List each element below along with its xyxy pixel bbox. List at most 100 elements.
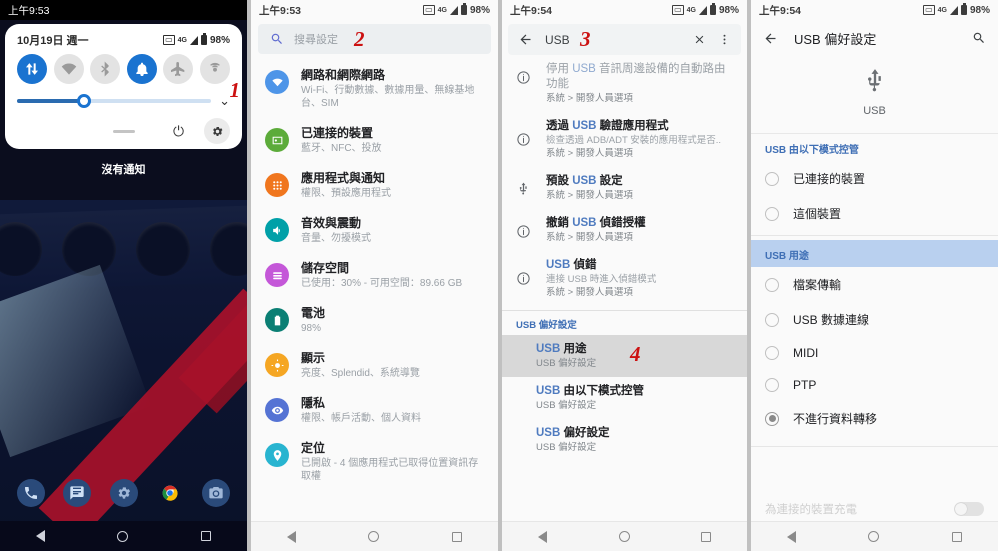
radio-option-usb-tethering[interactable]: USB 數據連線	[751, 302, 998, 337]
more-options-icon[interactable]	[718, 33, 731, 46]
radio-option-no-data-transfer[interactable]: 不進行資料轉移	[751, 401, 998, 436]
annotation-marker-4: 4	[630, 342, 641, 366]
settings-gear-button[interactable]	[204, 118, 231, 144]
search-result-row[interactable]: USB 偵錯 連接 USB 時進入偵錯模式 系統 > 開發人員選項	[502, 251, 747, 306]
settings-search-bar[interactable]: 搜尋設定 2	[258, 24, 492, 54]
status-time: 上午9:53	[8, 4, 50, 17]
settings-item-display[interactable]: 顯示 亮度、Splendid、系統導覽	[251, 343, 498, 388]
section-divider	[751, 235, 998, 236]
radio-option-connected-device[interactable]: 已連接的裝置	[751, 161, 998, 196]
panel-settings-list: 上午9:53 ▭ 4G 98% 搜尋設定 2 網路和網際網路 Wi-Fi、行動數…	[251, 0, 499, 551]
search-result-row[interactable]: 透過 USB 驗證應用程式 檢查透過 ADB/ADT 安裝的應用程式是否.. 系…	[502, 112, 747, 167]
radio-option-midi[interactable]: MIDI	[751, 337, 998, 369]
settings-item-connected-devices[interactable]: 已連接的裝置 藍牙、NFC、投放	[251, 118, 498, 163]
radio-icon[interactable]	[765, 346, 779, 360]
sim-icon: ▭	[923, 5, 935, 15]
signal-icon	[450, 5, 458, 15]
signal-icon	[190, 35, 198, 45]
sim-icon: ▭	[163, 35, 175, 45]
arrow-back-icon[interactable]	[518, 32, 533, 47]
panel-search-results: 上午9:54 ▭ 4G 98% USB 3 停用 USB 音訊周邊設備的自動路由…	[502, 0, 748, 551]
search-icon[interactable]	[972, 31, 986, 45]
nav-bar	[251, 521, 499, 551]
gear-icon	[118, 487, 130, 499]
nav-home-icon[interactable]	[368, 531, 380, 542]
drag-handle[interactable]	[112, 129, 135, 133]
dock-app-chrome[interactable]	[156, 479, 184, 507]
radio-option-ptp[interactable]: PTP	[751, 369, 998, 401]
search-icon	[271, 33, 282, 44]
chevron-down-icon[interactable]: ⌄	[219, 94, 230, 107]
toggle-switch[interactable]	[954, 502, 985, 516]
radio-icon[interactable]	[765, 378, 779, 392]
settings-items-list: 網路和網際網路 Wi-Fi、行動數據、數據用量、無線基地台、SIM 已連接的裝置…	[251, 56, 498, 491]
search-result-row[interactable]: USB 偏好設定 USB 偏好設定	[502, 419, 747, 461]
nav-back-icon[interactable]	[537, 530, 547, 543]
settings-item-apps[interactable]: 應用程式與通知 權限、預設應用程式	[251, 163, 498, 208]
radio-icon-selected[interactable]	[765, 411, 779, 426]
radio-option-this-device[interactable]: 這個裝置	[751, 196, 998, 231]
settings-item-title: 已連接的裝置	[301, 126, 374, 140]
close-icon[interactable]	[693, 33, 706, 46]
data-arrows-icon	[25, 63, 39, 75]
nav-back-icon[interactable]	[787, 530, 797, 543]
charge-connected-device-row[interactable]: 為連接的裝置充電	[751, 501, 998, 517]
status-bar: 上午9:53	[0, 0, 248, 20]
search-result-breadcrumb: USB 偏好設定	[536, 358, 597, 369]
dock-app-messages[interactable]	[63, 479, 92, 507]
nav-bar	[751, 521, 998, 551]
nav-home-icon[interactable]	[868, 531, 880, 542]
radio-label: MIDI	[793, 346, 819, 360]
radio-option-file-transfer[interactable]: 檔案傳輸	[751, 267, 998, 302]
search-result-row[interactable]: 撤銷 USB 偵錯授權 系統 > 開發人員選項	[502, 209, 747, 251]
nav-recents-icon[interactable]	[951, 531, 962, 542]
search-result-row-usb-usage[interactable]: USB 用途 USB 偏好設定 4	[502, 335, 748, 377]
settings-item-desc: 藍牙、NFC、投放	[301, 143, 382, 154]
nav-home-icon[interactable]	[618, 531, 630, 542]
nav-back-icon[interactable]	[287, 530, 297, 543]
arrow-back-icon[interactable]	[763, 31, 778, 46]
brightness-knob[interactable]	[77, 93, 92, 108]
radio-icon[interactable]	[765, 277, 779, 292]
power-icon[interactable]: ⏻	[173, 124, 184, 138]
settings-item-storage[interactable]: 儲存空間 已使用：30% - 可用空間：89.66 GB	[251, 253, 498, 298]
nav-recents-icon[interactable]	[200, 531, 211, 541]
signal-icon	[950, 5, 958, 15]
camera-icon	[209, 487, 223, 499]
tile-ring-mode[interactable]	[126, 54, 157, 84]
settings-item-location[interactable]: 定位 已開啟 - 4 個應用程式已取得位置資訊存取權	[251, 433, 498, 491]
nav-back-icon[interactable]	[36, 530, 46, 542]
brightness-icon	[265, 353, 289, 377]
dock-app-settings[interactable]	[109, 479, 138, 507]
search-result-row[interactable]: 停用 USB 音訊周邊設備的自動路由功能 系統 > 開發人員選項	[502, 55, 747, 112]
search-result-row[interactable]: 預設 USB 設定 系統 > 開發人員選項	[502, 167, 747, 209]
radio-icon[interactable]	[765, 171, 779, 186]
status-icons: ▭ 4G 98%	[923, 3, 990, 16]
dock-app-camera[interactable]	[201, 479, 230, 507]
search-result-row[interactable]: USB 由以下模式控管 USB 偏好設定	[502, 377, 747, 419]
settings-item-title: 網路和網際網路	[301, 68, 386, 82]
tile-mobile-data[interactable]	[17, 54, 47, 84]
nav-recents-icon[interactable]	[701, 531, 712, 542]
tile-bluetooth[interactable]	[90, 54, 121, 84]
settings-item-battery[interactable]: 電池 98%	[251, 298, 498, 343]
settings-item-privacy[interactable]: 隱私 權限、帳戶活動、個人資料	[251, 388, 498, 433]
brightness-fill	[17, 98, 83, 103]
radio-icon[interactable]	[765, 206, 779, 221]
nav-recents-icon[interactable]	[451, 531, 462, 542]
brightness-slider[interactable]	[17, 93, 212, 108]
search-query-text[interactable]: USB	[545, 33, 570, 47]
nav-home-icon[interactable]	[117, 530, 129, 542]
dock-app-phone[interactable]	[17, 479, 46, 507]
settings-item-sound[interactable]: 音效與震動 音量、勿擾模式	[251, 208, 498, 253]
qs-status-icons: ▭ 4G 98%	[163, 33, 230, 46]
tile-airplane-mode[interactable]	[163, 54, 194, 84]
radio-label: 這個裝置	[793, 207, 842, 221]
tile-wifi[interactable]	[53, 54, 84, 84]
tile-hotspot[interactable]	[199, 54, 230, 84]
settings-item-network[interactable]: 網路和網際網路 Wi-Fi、行動數據、數據用量、無線基地台、SIM	[251, 60, 498, 118]
storage-icon	[265, 263, 289, 287]
wallpaper-hole	[136, 222, 190, 276]
radio-icon[interactable]	[765, 312, 779, 327]
quick-settings-card: 10月19日 週一 ▭ 4G 98% ⌄ ⏻ 1	[5, 24, 243, 149]
